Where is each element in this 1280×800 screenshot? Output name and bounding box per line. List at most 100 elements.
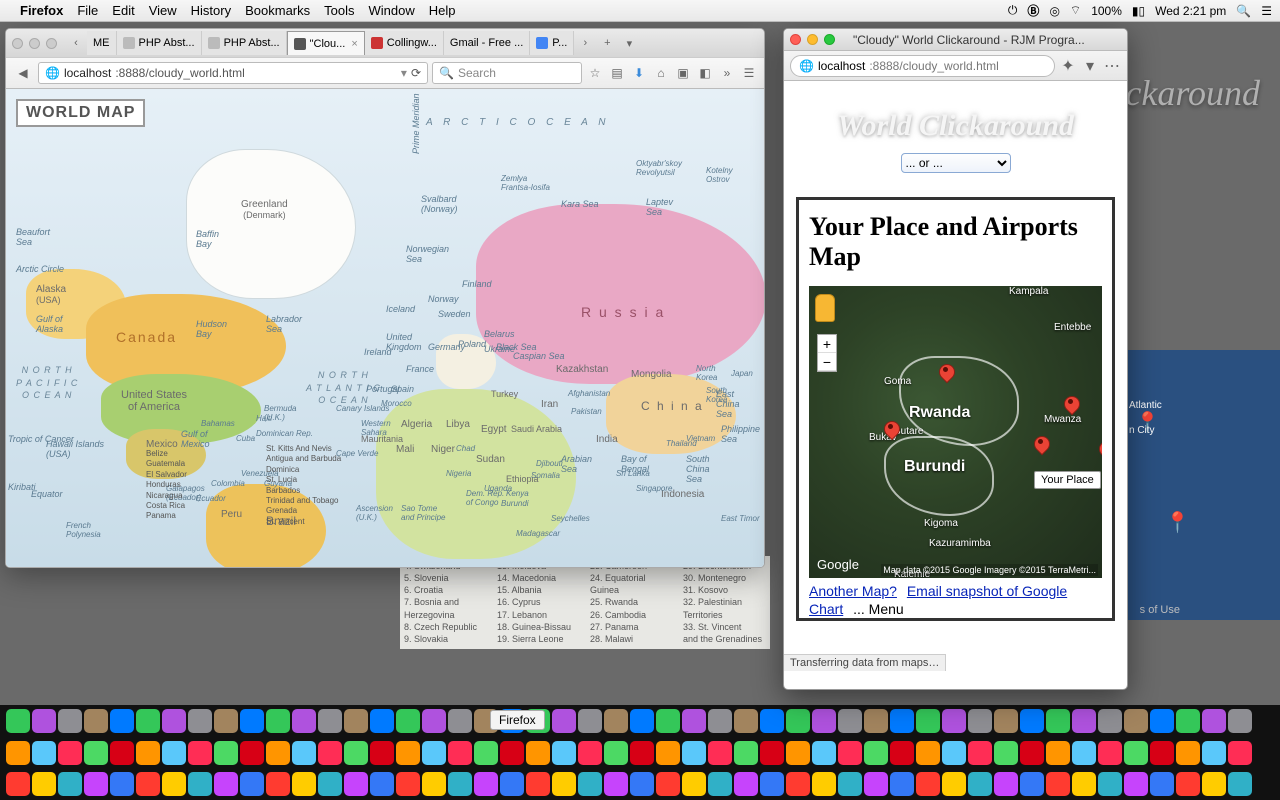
dock-app-icon[interactable] xyxy=(604,772,628,796)
dock-app-icon[interactable] xyxy=(448,772,472,796)
menubar-icon[interactable]: Ⓑ xyxy=(1027,2,1039,19)
dock-app-icon[interactable] xyxy=(1150,772,1174,796)
dock-app-icon[interactable] xyxy=(604,741,628,765)
dock-app-icon[interactable] xyxy=(474,741,498,765)
dock-app-icon[interactable] xyxy=(162,709,186,733)
dock-app-icon[interactable] xyxy=(578,772,602,796)
dropdown-icon[interactable]: ▾ xyxy=(1081,57,1099,75)
tab-list-button[interactable]: ▾ xyxy=(619,33,639,53)
dock-app-icon[interactable] xyxy=(864,709,888,733)
dock-app-icon[interactable] xyxy=(1046,772,1070,796)
dock-app-icon[interactable] xyxy=(1124,709,1148,733)
dock-app-icon[interactable] xyxy=(1176,772,1200,796)
dock-app-icon[interactable] xyxy=(344,709,368,733)
dock-app-icon[interactable] xyxy=(968,709,992,733)
dock-app-icon[interactable] xyxy=(994,709,1018,733)
dock-app-icon[interactable] xyxy=(708,709,732,733)
dock-app-icon[interactable] xyxy=(656,741,680,765)
dock-app-icon[interactable] xyxy=(84,709,108,733)
dock-app-icon[interactable] xyxy=(552,709,576,733)
dock-app-icon[interactable] xyxy=(812,709,836,733)
dock-app-icon[interactable] xyxy=(604,709,628,733)
reader-icon[interactable]: ▤ xyxy=(608,64,626,82)
close-icon[interactable] xyxy=(790,34,801,45)
tab[interactable]: PHP Abst... xyxy=(117,31,202,55)
spotlight-icon[interactable]: 🔍 xyxy=(1236,4,1251,18)
dock-app-icon[interactable] xyxy=(6,772,30,796)
dock-app-icon[interactable] xyxy=(526,741,550,765)
menu-window[interactable]: Window xyxy=(369,3,415,18)
back-button[interactable]: ◀ xyxy=(13,63,33,83)
dock-app-icon[interactable] xyxy=(1020,709,1044,733)
app-name[interactable]: Firefox xyxy=(20,3,63,18)
dock-app-icon[interactable] xyxy=(864,741,888,765)
dock-app-icon[interactable] xyxy=(318,741,342,765)
dock-app-icon[interactable] xyxy=(942,772,966,796)
tab[interactable]: Gmail - Free ... xyxy=(444,31,530,55)
window-controls[interactable] xyxy=(790,34,835,45)
window-controls[interactable] xyxy=(12,38,57,49)
reload-icon[interactable]: ⟳ xyxy=(411,66,421,80)
dock-app-icon[interactable] xyxy=(6,741,30,765)
dock-app-icon[interactable] xyxy=(526,772,550,796)
dock-app-icon[interactable] xyxy=(214,772,238,796)
new-tab-button[interactable]: + xyxy=(596,37,618,49)
dock-app-icon[interactable] xyxy=(552,772,576,796)
download-icon[interactable]: ⬇ xyxy=(630,64,648,82)
dock-app-icon[interactable] xyxy=(136,709,160,733)
dock-app-icon[interactable] xyxy=(422,709,446,733)
dock-app-icon[interactable] xyxy=(1150,741,1174,765)
search-bar[interactable]: 🔍 Search xyxy=(432,62,582,84)
pegman-icon[interactable] xyxy=(815,294,835,322)
or-select[interactable]: ... or ... xyxy=(901,153,1011,173)
dock-app-icon[interactable] xyxy=(1098,709,1122,733)
toolbar-icon[interactable]: ✦ xyxy=(1059,57,1077,75)
zoom-out-button[interactable]: − xyxy=(818,353,836,371)
dock-app-icon[interactable] xyxy=(136,772,160,796)
dock-app-icon[interactable] xyxy=(266,709,290,733)
minimize-icon[interactable] xyxy=(807,34,818,45)
dock-app-icon[interactable] xyxy=(1072,741,1096,765)
dock-app-icon[interactable] xyxy=(916,772,940,796)
dock-app-icon[interactable] xyxy=(370,741,394,765)
dock-app-icon[interactable] xyxy=(110,709,134,733)
dock-app-icon[interactable] xyxy=(682,772,706,796)
dock-app-icon[interactable] xyxy=(734,741,758,765)
dock-app-icon[interactable] xyxy=(578,709,602,733)
home-icon[interactable]: ⌂ xyxy=(652,64,670,82)
dock-app-icon[interactable] xyxy=(136,741,160,765)
dock-app-icon[interactable] xyxy=(240,709,264,733)
url-bar[interactable]: 🌐 localhost:8888/cloudy_world.html xyxy=(790,55,1055,77)
dock-app-icon[interactable] xyxy=(1072,772,1096,796)
dock-app-icon[interactable] xyxy=(110,772,134,796)
overflow-icon[interactable]: » xyxy=(718,64,736,82)
dock-app-icon[interactable] xyxy=(396,741,420,765)
dock-app-icon[interactable] xyxy=(1124,772,1148,796)
map-pin-icon[interactable] xyxy=(884,421,898,443)
dock-app-icon[interactable] xyxy=(812,741,836,765)
dock-app-icon[interactable] xyxy=(968,772,992,796)
dock-app-icon[interactable] xyxy=(500,772,524,796)
dock-app-icon[interactable] xyxy=(786,709,810,733)
dock-app-icon[interactable] xyxy=(162,741,186,765)
dock-app-icon[interactable] xyxy=(58,741,82,765)
dock-app-icon[interactable] xyxy=(578,741,602,765)
map-pin-icon[interactable] xyxy=(939,364,953,386)
dock-app-icon[interactable] xyxy=(292,741,316,765)
dock-app-icon[interactable] xyxy=(32,772,56,796)
dock-app-icon[interactable] xyxy=(994,741,1018,765)
dock-app-icon[interactable] xyxy=(1150,709,1174,733)
dock-app-icon[interactable] xyxy=(422,741,446,765)
another-map-link[interactable]: Another Map? xyxy=(809,583,897,599)
dock-app-icon[interactable] xyxy=(32,741,56,765)
dock-app-icon[interactable] xyxy=(760,741,784,765)
dock-app-icon[interactable] xyxy=(682,741,706,765)
dock-app-icon[interactable] xyxy=(916,741,940,765)
dock-app-icon[interactable] xyxy=(1020,772,1044,796)
dock-app-icon[interactable] xyxy=(162,772,186,796)
dock-app-icon[interactable] xyxy=(188,709,212,733)
dock-app-icon[interactable] xyxy=(708,741,732,765)
bookmark-star-icon[interactable]: ☆ xyxy=(586,64,604,82)
dock-app-icon[interactable] xyxy=(838,772,862,796)
dock-app-icon[interactable] xyxy=(214,741,238,765)
